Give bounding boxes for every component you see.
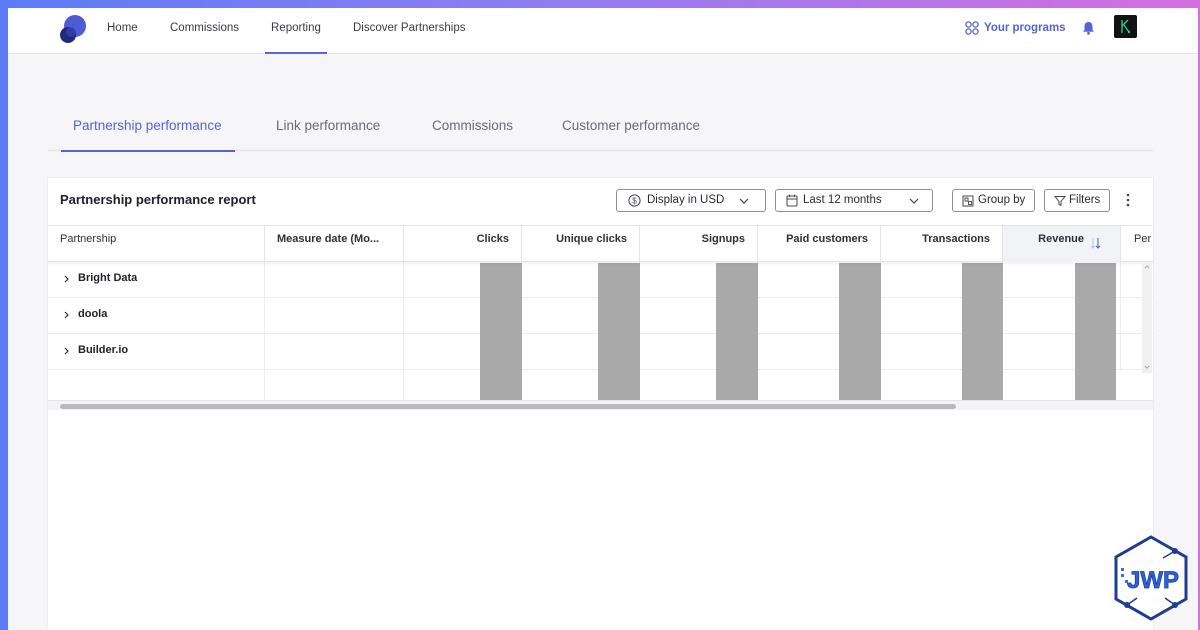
column-header-revenue[interactable]: Revenue: [1003, 226, 1121, 262]
chevron-down-icon: [739, 198, 749, 204]
redacted-values-clicks: [480, 263, 522, 405]
cell: [265, 370, 404, 400]
redacted-values-paid-customers: [839, 263, 881, 405]
tab-partnership-performance[interactable]: Partnership performance: [61, 100, 235, 152]
your-programs-label: Your programs: [984, 22, 1066, 34]
filters-button[interactable]: Filters: [1044, 189, 1110, 212]
report-card: Partnership performance report $ Display…: [48, 178, 1153, 630]
column-header-unique-clicks[interactable]: Unique clicks: [522, 226, 640, 262]
nav-reporting[interactable]: Reporting: [265, 8, 327, 54]
currency-label: Display in USD: [647, 194, 725, 206]
column-header-transactions[interactable]: Transactions: [881, 226, 1003, 262]
more-options-icon[interactable]: [1126, 193, 1130, 207]
cell: [265, 334, 404, 370]
cell: [48, 262, 265, 298]
filter-icon: [1054, 196, 1066, 207]
redacted-values-unique-clicks: [598, 263, 640, 405]
group-by-button[interactable]: Group by: [952, 189, 1035, 212]
nav-discover-partnerships[interactable]: Discover Partnerships: [353, 8, 465, 54]
tab-commissions[interactable]: Commissions: [432, 100, 513, 151]
scroll-up-icon[interactable]: [1144, 265, 1150, 269]
chevron-down-icon: [909, 198, 919, 204]
app-frame: Home Commissions Reporting Discover Part…: [8, 8, 1198, 630]
svg-text:$: $: [632, 197, 637, 206]
redacted-values-transactions: [962, 263, 1003, 405]
calendar-icon: [786, 194, 798, 207]
watermark-text: JWP: [1127, 567, 1179, 594]
jwp-watermark-logo: JWP: [1114, 535, 1188, 621]
performance-table: Partnership Measure date (Mo... Clicks U…: [48, 225, 1153, 410]
report-tabs: Partnership performance Link performance…: [48, 100, 1153, 152]
dollar-circle-icon: $: [628, 194, 641, 207]
vertical-scrollbar[interactable]: [1142, 263, 1152, 373]
nav-home[interactable]: Home: [107, 8, 138, 54]
tab-customer-performance[interactable]: Customer performance: [562, 100, 700, 151]
user-avatar[interactable]: [1114, 15, 1137, 38]
nav-commissions[interactable]: Commissions: [170, 8, 239, 54]
sort-icon[interactable]: [1090, 236, 1102, 250]
table-header: Partnership Measure date (Mo... Clicks U…: [48, 225, 1153, 262]
top-nav: Home Commissions Reporting Discover Part…: [8, 8, 1198, 54]
avatar-logo-icon: [1121, 19, 1131, 34]
cell: [48, 334, 265, 370]
date-range-select[interactable]: Last 12 months: [775, 189, 933, 212]
horizontal-scrollbar-thumb[interactable]: [60, 404, 956, 409]
currency-select[interactable]: $ Display in USD: [616, 189, 766, 212]
grid-icon: [965, 21, 979, 35]
group-by-label: Group by: [978, 194, 1026, 206]
bell-icon[interactable]: [1082, 21, 1095, 35]
column-header-paid-customers[interactable]: Paid customers: [758, 226, 881, 262]
column-header-signups[interactable]: Signups: [640, 226, 758, 262]
cell: [265, 262, 404, 298]
your-programs-button[interactable]: Your programs: [965, 8, 1066, 48]
column-header-measure-date[interactable]: Measure date (Mo...: [265, 226, 404, 262]
tab-link-performance[interactable]: Link performance: [276, 100, 380, 151]
filters-label: Filters: [1069, 194, 1101, 206]
column-header-per-truncated[interactable]: Per: [1121, 226, 1153, 262]
column-header-clicks[interactable]: Clicks: [404, 226, 522, 262]
cell: [265, 298, 404, 334]
app-logo-icon[interactable]: [59, 14, 87, 44]
group-icon: [962, 195, 974, 207]
report-title: Partnership performance report: [60, 192, 256, 207]
redacted-values-signups: [716, 263, 758, 405]
cell: [48, 298, 265, 334]
cell: [48, 370, 265, 400]
horizontal-scrollbar[interactable]: [48, 400, 1153, 410]
redacted-values-revenue: [1075, 263, 1116, 405]
date-range-label: Last 12 months: [803, 194, 882, 206]
column-header-partnership[interactable]: Partnership: [48, 226, 265, 262]
scroll-down-icon[interactable]: [1144, 365, 1150, 369]
